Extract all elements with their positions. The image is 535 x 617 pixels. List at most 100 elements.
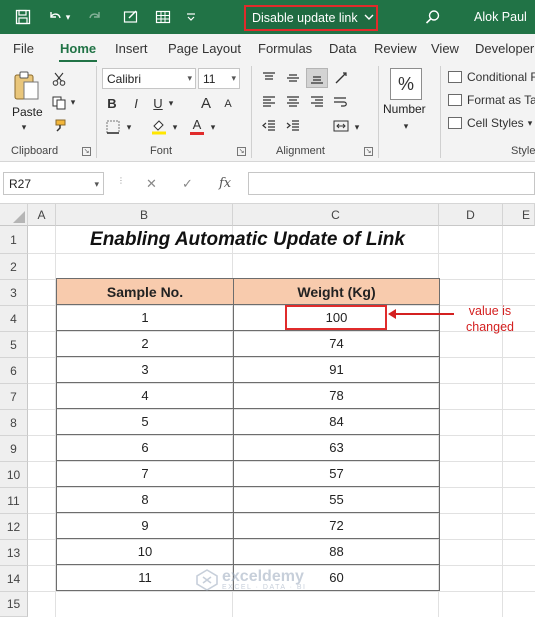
column-header-b[interactable]: B — [56, 204, 233, 226]
conditional-formatting-button[interactable]: Conditional F — [448, 70, 535, 84]
align-middle-icon[interactable] — [284, 70, 302, 86]
user-name[interactable]: Alok Paul — [474, 10, 527, 24]
table-cell[interactable]: 57 — [233, 460, 440, 487]
row-header[interactable]: 6 — [0, 358, 28, 384]
clipboard-launcher-icon[interactable]: ↘ — [82, 147, 91, 156]
number-dropdown-icon[interactable]: ▾ — [400, 120, 412, 132]
align-right-icon[interactable] — [308, 94, 326, 110]
font-color-dropdown-icon[interactable]: ▾ — [208, 120, 218, 134]
number-label[interactable]: Number — [383, 102, 426, 116]
insert-function-icon[interactable]: fx — [219, 176, 231, 191]
cancel-icon[interactable]: ✕ — [146, 176, 157, 192]
table-cell[interactable]: 9 — [56, 512, 234, 539]
font-launcher-icon[interactable]: ↘ — [237, 147, 246, 156]
row-header[interactable]: 10 — [0, 462, 28, 488]
row-header[interactable]: 4 — [0, 306, 28, 332]
customize-toolbar-icon[interactable] — [180, 6, 202, 28]
align-top-icon[interactable] — [260, 70, 278, 86]
formula-input[interactable] — [248, 172, 535, 195]
align-left-icon[interactable] — [260, 94, 278, 110]
row-header[interactable]: 3 — [0, 280, 28, 306]
tab-view[interactable]: View — [431, 41, 459, 56]
row-header[interactable]: 11 — [0, 488, 28, 514]
search-icon[interactable] — [422, 6, 444, 28]
table-cell[interactable]: 8 — [56, 486, 234, 513]
font-name-select[interactable]: Calibri ▾ — [102, 68, 196, 89]
merge-dropdown-icon[interactable]: ▾ — [352, 120, 362, 134]
copy-icon[interactable] — [50, 94, 68, 112]
tab-file[interactable]: File — [13, 41, 34, 56]
row-header[interactable]: 14 — [0, 566, 28, 592]
table-cell[interactable]: 10 — [56, 538, 234, 565]
table-cell[interactable]: 7 — [56, 460, 234, 487]
table-cell[interactable]: 88 — [233, 538, 440, 565]
table-cell[interactable]: 3 — [56, 356, 234, 383]
table-cell[interactable]: 5 — [56, 408, 234, 435]
column-header-c[interactable]: C — [233, 204, 439, 226]
name-box[interactable]: R27 ▾ — [3, 172, 104, 195]
tab-developer[interactable]: Developer — [475, 41, 534, 56]
percent-icon[interactable]: % — [390, 68, 422, 100]
format-as-table-button[interactable]: Format as Ta — [448, 93, 535, 107]
align-bottom-icon[interactable] — [306, 68, 328, 88]
tab-review[interactable]: Review — [374, 41, 417, 56]
undo-dropdown-icon[interactable]: ▾ — [62, 6, 74, 28]
grid-icon[interactable] — [152, 6, 174, 28]
redo-icon[interactable] — [84, 6, 106, 28]
table-cell[interactable]: 63 — [233, 434, 440, 461]
italic-button[interactable]: I — [128, 94, 144, 112]
table-cell[interactable]: 84 — [233, 408, 440, 435]
borders-dropdown-icon[interactable]: ▾ — [124, 120, 134, 134]
table-cell[interactable]: 2 — [56, 330, 234, 357]
shrink-font-button[interactable]: A — [220, 96, 236, 112]
font-color-icon[interactable]: A — [188, 116, 206, 136]
table-cell[interactable]: 72 — [233, 512, 440, 539]
enter-icon[interactable]: ✓ — [182, 176, 193, 192]
column-header-d[interactable]: D — [439, 204, 503, 226]
row-header[interactable]: 7 — [0, 384, 28, 410]
underline-dropdown-icon[interactable]: ▾ — [166, 96, 176, 110]
table-cell[interactable]: 6 — [56, 434, 234, 461]
alignment-launcher-icon[interactable]: ↘ — [364, 147, 373, 156]
cut-icon[interactable] — [50, 70, 68, 88]
table-cell[interactable]: 78 — [233, 382, 440, 409]
row-header[interactable]: 5 — [0, 332, 28, 358]
tab-insert[interactable]: Insert — [115, 41, 148, 56]
bold-button[interactable]: B — [104, 94, 120, 112]
underline-button[interactable]: U — [150, 94, 166, 112]
table-header-sample-no[interactable]: Sample No. — [56, 278, 234, 305]
borders-icon[interactable] — [104, 118, 122, 136]
select-all-corner[interactable] — [0, 204, 28, 226]
wrap-text-icon[interactable] — [332, 94, 350, 110]
row-header[interactable]: 15 — [0, 592, 28, 617]
merge-center-icon[interactable] — [332, 118, 350, 134]
fill-color-dropdown-icon[interactable]: ▾ — [170, 120, 180, 134]
paste-dropdown-icon[interactable]: ▾ — [18, 122, 30, 132]
cell-styles-button[interactable]: Cell Styles ▾ — [448, 116, 532, 130]
row-header[interactable]: 1 — [0, 226, 28, 254]
table-cell[interactable]: 4 — [56, 382, 234, 409]
table-cell[interactable]: 74 — [233, 330, 440, 357]
column-header-e[interactable]: E — [503, 204, 535, 226]
decrease-indent-icon[interactable] — [260, 118, 278, 134]
paste-icon[interactable] — [10, 68, 42, 104]
tab-formulas[interactable]: Formulas — [258, 41, 312, 56]
orientation-icon[interactable] — [332, 70, 350, 86]
table-cell[interactable]: 91 — [233, 356, 440, 383]
grow-font-button[interactable]: A — [198, 94, 214, 112]
paste-label[interactable]: Paste — [12, 105, 43, 119]
row-header[interactable]: 9 — [0, 436, 28, 462]
table-cell[interactable]: 55 — [233, 486, 440, 513]
row-header[interactable]: 2 — [0, 254, 28, 280]
format-painter-icon[interactable] — [50, 117, 68, 135]
align-center-icon[interactable] — [284, 94, 302, 110]
row-header[interactable]: 12 — [0, 514, 28, 540]
tab-home[interactable]: Home — [60, 41, 96, 56]
edit-cell-icon[interactable] — [120, 6, 142, 28]
copy-dropdown-icon[interactable]: ▾ — [68, 96, 78, 108]
font-size-select[interactable]: 11 ▾ — [198, 68, 240, 89]
tab-data[interactable]: Data — [329, 41, 356, 56]
tab-page-layout[interactable]: Page Layout — [168, 41, 241, 56]
table-header-weight[interactable]: Weight (Kg) — [233, 278, 440, 305]
increase-indent-icon[interactable] — [284, 118, 302, 134]
